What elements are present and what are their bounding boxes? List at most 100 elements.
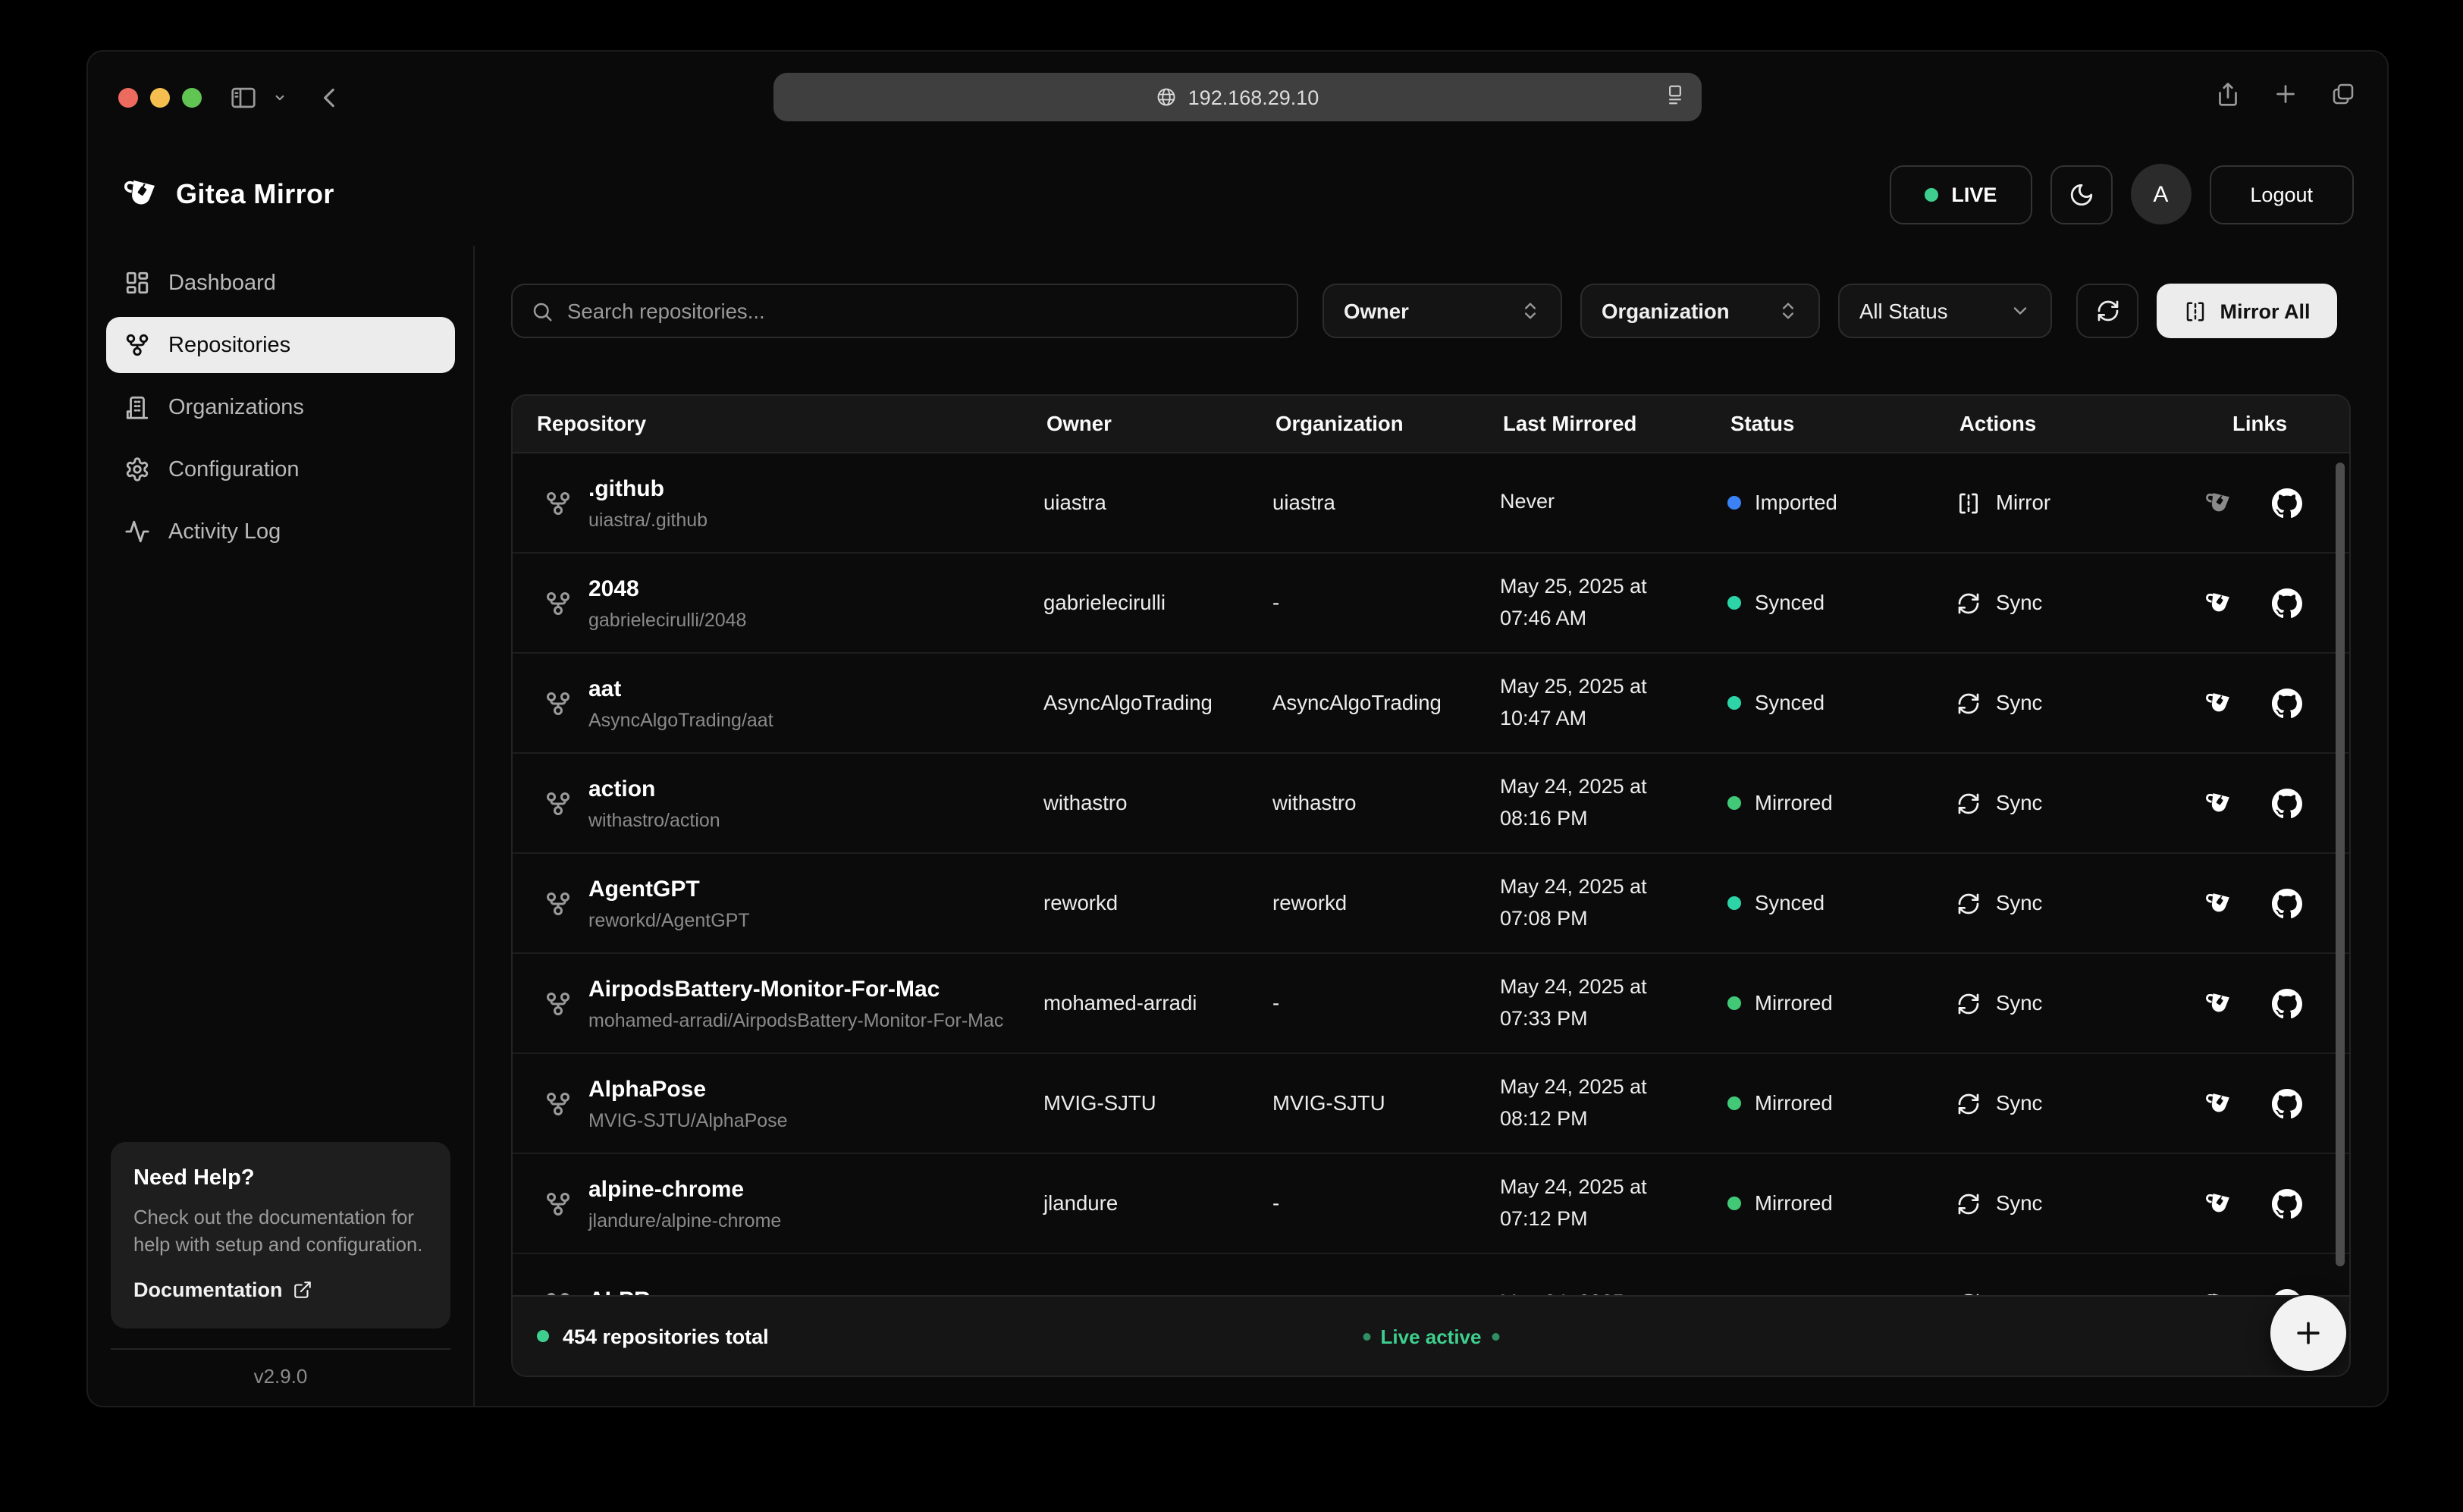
documentation-link[interactable]: Documentation (133, 1278, 428, 1301)
table-row[interactable]: action withastro/action withastro withas… (513, 754, 2349, 854)
sync-action-button[interactable]: Sync (1956, 1091, 2204, 1115)
action-label: Sync (1996, 1092, 2042, 1115)
table-header-row: Repository Owner Organization Last Mirro… (513, 396, 2349, 453)
repository-full-name: AsyncAlgoTrading/aat (588, 709, 773, 730)
gitea-link-icon[interactable] (2204, 588, 2234, 618)
sidebar-item-configuration[interactable]: Configuration (106, 441, 455, 497)
table-scrollbar[interactable] (2336, 463, 2345, 1266)
close-window-button[interactable] (118, 87, 138, 107)
status-cell: Synced (1727, 692, 1956, 714)
gitea-link-icon[interactable] (2204, 988, 2234, 1018)
sync-action-button[interactable]: Mirror (1956, 491, 2204, 515)
repository-cell[interactable]: alpine-chrome jlandure/alpine-chrome (513, 1176, 1043, 1231)
brand[interactable]: Gitea Mirror (121, 174, 334, 214)
repository-cell[interactable]: AgentGPT reworkd/AgentGPT (513, 876, 1043, 930)
logout-button[interactable]: Logout (2209, 165, 2354, 224)
new-tab-icon[interactable] (2272, 80, 2299, 114)
repository-name[interactable]: 2048 (588, 576, 746, 603)
add-repository-button[interactable] (2270, 1295, 2346, 1371)
tab-overview-icon[interactable] (2330, 80, 2357, 114)
repository-name[interactable]: AlphaPose (588, 1076, 788, 1103)
mirror-all-button[interactable]: Mirror All (2157, 284, 2337, 338)
owner-select[interactable]: Owner (1322, 284, 1562, 338)
search-input[interactable] (567, 300, 1279, 322)
gitea-link-icon[interactable] (2204, 888, 2234, 918)
gitea-link-icon[interactable] (2204, 788, 2234, 818)
sidebar-item-repositories[interactable]: Repositories (106, 317, 455, 373)
owner-cell: AsyncAlgoTrading (1043, 692, 1272, 714)
repository-cell[interactable]: AlphaPose MVIG-SJTU/AlphaPose (513, 1076, 1043, 1131)
owner-cell: reworkd (1043, 892, 1272, 914)
gitea-link-icon[interactable] (2204, 1188, 2234, 1219)
status-select[interactable]: All Status (1838, 284, 2052, 338)
gitea-link-icon[interactable] (2204, 1088, 2234, 1118)
github-link-icon[interactable] (2272, 588, 2302, 618)
repository-cell[interactable]: action withastro/action (513, 776, 1043, 830)
git-fork-icon (544, 789, 572, 817)
sync-action-button[interactable]: Sync (1956, 1191, 2204, 1216)
sync-action-button[interactable]: Sync (1956, 891, 2204, 915)
status-dot-icon (1727, 1096, 1741, 1110)
table-row[interactable]: AirpodsBattery-Monitor-For-Mac mohamed-a… (513, 954, 2349, 1054)
github-link-icon[interactable] (2272, 1188, 2302, 1219)
github-link-icon[interactable] (2272, 988, 2302, 1018)
github-link-icon[interactable] (2272, 788, 2302, 818)
table-footer: 454 repositories total Live active (513, 1295, 2349, 1376)
repository-cell[interactable]: .github uiastra/.github (513, 475, 1043, 530)
status-dot-icon (1727, 496, 1741, 510)
github-link-icon[interactable] (2272, 688, 2302, 718)
zoom-window-button[interactable] (182, 87, 202, 107)
sync-action-button[interactable]: Sync (1956, 591, 2204, 615)
repository-cell[interactable]: AirpodsBattery-Monitor-For-Mac mohamed-a… (513, 976, 1043, 1030)
avatar[interactable]: A (2130, 164, 2191, 224)
git-fork-icon (544, 990, 572, 1017)
search-box[interactable] (511, 284, 1298, 338)
sidebar-item-dashboard[interactable]: Dashboard (106, 255, 455, 311)
github-link-icon[interactable] (2272, 1088, 2302, 1118)
refresh-button[interactable] (2076, 284, 2138, 338)
gitea-link-icon[interactable] (2204, 488, 2234, 518)
github-link-icon[interactable] (2272, 488, 2302, 518)
live-status-badge[interactable]: LIVE (1889, 165, 2032, 224)
back-button[interactable] (317, 84, 343, 110)
repository-cell[interactable]: aat AsyncAlgoTrading/aat (513, 676, 1043, 730)
organization-cell: AsyncAlgoTrading (1272, 692, 1500, 714)
owner-cell: mohamed-arradi (1043, 992, 1272, 1015)
table-row[interactable]: .github uiastra/.github uiastra uiastra … (513, 453, 2349, 554)
last-mirrored-cell: May 24, 2025 at 08:12 PM (1500, 1073, 1727, 1134)
sidebar-item-organizations[interactable]: Organizations (106, 379, 455, 435)
minimize-window-button[interactable] (150, 87, 170, 107)
repository-name[interactable]: .github (588, 475, 708, 503)
github-link-icon[interactable] (2272, 888, 2302, 918)
repository-name[interactable]: AgentGPT (588, 876, 750, 903)
repository-name[interactable]: action (588, 776, 720, 803)
sidebar-toggle-icon[interactable] (229, 83, 258, 111)
repository-name[interactable]: aat (588, 676, 773, 703)
refresh-icon (1956, 591, 1981, 615)
table-row[interactable]: AlphaPose MVIG-SJTU/AlphaPose MVIG-SJTU … (513, 1054, 2349, 1154)
traffic-lights (118, 87, 202, 107)
activity-icon (124, 519, 150, 544)
table-row[interactable]: 2048 gabrielecirulli/2048 gabrielecirull… (513, 554, 2349, 654)
sync-action-button[interactable]: Sync (1956, 991, 2204, 1015)
table-row[interactable]: aat AsyncAlgoTrading/aat AsyncAlgoTradin… (513, 654, 2349, 754)
chevron-down-icon[interactable] (270, 87, 290, 107)
table-row[interactable]: alpine-chrome jlandure/alpine-chrome jla… (513, 1154, 2349, 1254)
repositories-total: 454 repositories total (537, 1325, 769, 1347)
status-cell: Mirrored (1727, 1092, 1956, 1115)
theme-toggle-button[interactable] (2050, 165, 2112, 224)
organization-select[interactable]: Organization (1580, 284, 1820, 338)
table-row[interactable]: AgentGPT reworkd/AgentGPT reworkd rework… (513, 854, 2349, 954)
last-mirrored-cell: May 24, 2025 at 07:33 PM (1500, 973, 1727, 1034)
sidebar-item-activity-log[interactable]: Activity Log (106, 503, 455, 560)
share-icon[interactable] (2214, 80, 2242, 114)
dashboard-icon (124, 270, 150, 296)
sync-action-button[interactable]: Sync (1956, 791, 2204, 815)
reader-view-icon[interactable] (1664, 83, 1686, 111)
repository-name[interactable]: AirpodsBattery-Monitor-For-Mac (588, 976, 1003, 1003)
url-bar[interactable]: 192.168.29.10 (773, 73, 1702, 121)
repository-name[interactable]: alpine-chrome (588, 1176, 781, 1203)
sync-action-button[interactable]: Sync (1956, 691, 2204, 715)
gitea-link-icon[interactable] (2204, 688, 2234, 718)
repository-cell[interactable]: 2048 gabrielecirulli/2048 (513, 576, 1043, 630)
